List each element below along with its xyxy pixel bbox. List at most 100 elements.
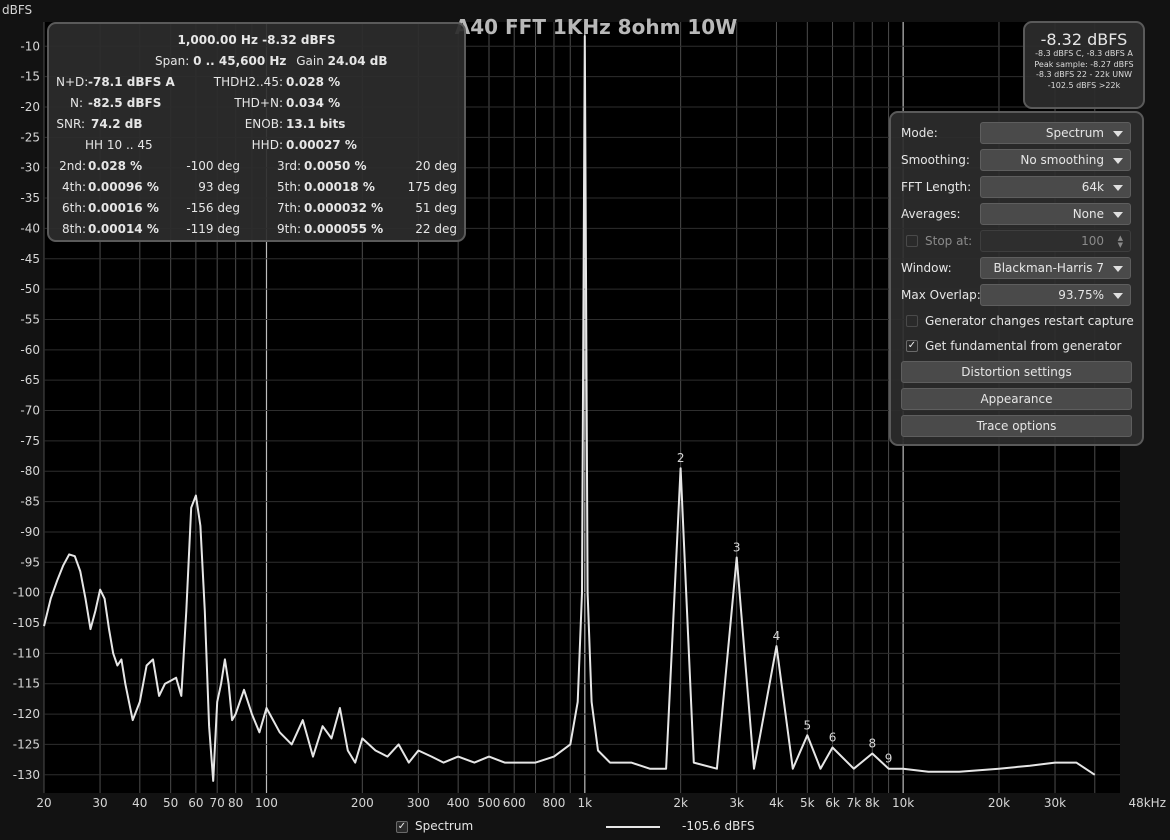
n-label: N: (69, 96, 83, 110)
harmonic-phase: 22 deg (415, 222, 457, 236)
x-tick-label: 48kHz (1128, 796, 1166, 810)
y-tick-label: -55 (20, 312, 40, 326)
y-tick-label: -10 (20, 39, 40, 53)
stats-panel: 1,000.00 Hz -8.32 dBFS Span: 0 .. 45,600… (47, 22, 466, 242)
y-tick-label: -70 (20, 404, 40, 418)
fundamental-readout: 1,000.00 Hz -8.32 dBFS (177, 33, 336, 47)
x-tick-label: 200 (351, 796, 374, 810)
harmonic-value: 0.000055 % (304, 222, 384, 236)
x-tick-label: 6k (825, 796, 840, 810)
y-tick-label: -95 (20, 555, 40, 569)
mode-dropdown[interactable]: Spectrum (980, 122, 1131, 144)
x-tick-label: 10k (892, 796, 914, 810)
x-tick-label: 20k (988, 796, 1010, 810)
harmonic-label: 3 (733, 540, 741, 554)
enob-value: 13.1 bits (286, 117, 346, 131)
appearance-button[interactable]: Appearance (901, 388, 1132, 410)
legend-level: -105.6 dBFS (682, 819, 755, 833)
y-tick-label: -100 (13, 586, 40, 600)
harmonic-label: 6th: (62, 201, 86, 215)
y-tick-label: -90 (20, 525, 40, 539)
y-tick-label: -30 (20, 161, 40, 175)
harmonic-label: 2 (677, 451, 685, 465)
x-tick-label: 30 (92, 796, 107, 810)
smoothing-dropdown[interactable]: No smoothing (980, 149, 1131, 171)
harmonic-phase: 20 deg (415, 159, 457, 173)
max-overlap-label: Max Overlap: (901, 288, 981, 302)
fundamental-checkbox[interactable]: ✓ (906, 340, 918, 352)
spectrum-visibility-checkbox[interactable]: ✓ (396, 821, 408, 833)
restart-capture-checkbox[interactable] (906, 315, 918, 327)
level-line: -8.3 dBFS C, -8.3 dBFS A (1035, 49, 1133, 58)
averages-dropdown[interactable]: None (980, 203, 1131, 225)
level-line: -8.3 dBFS 22 - 22k UNW (1035, 70, 1133, 79)
fft-length-dropdown[interactable]: 64k (980, 176, 1131, 198)
harmonic-label: 9 (885, 752, 893, 766)
chevron-down-icon (1113, 293, 1123, 299)
harmonic-value: 0.00014 % (88, 222, 159, 236)
y-tick-label: -120 (13, 707, 40, 721)
x-tick-label: 300 (407, 796, 430, 810)
chevron-down-icon (1113, 185, 1123, 191)
chevron-down-icon (1113, 266, 1123, 272)
x-tick-label: 50 (163, 796, 178, 810)
y-tick-label: -50 (20, 282, 40, 296)
harmonic-label: 5 (803, 718, 811, 732)
trace-options-button[interactable]: Trace options (901, 415, 1132, 437)
y-tick-label: -25 (20, 130, 40, 144)
harmonic-label: 3rd: (276, 159, 301, 173)
harmonic-label: 9th: (277, 222, 301, 236)
span-label: Span: (155, 54, 190, 68)
y-tick-label: -125 (13, 737, 40, 751)
averages-value: None (1072, 207, 1104, 221)
window-label: Window: (901, 261, 952, 275)
x-tick-label: 40 (132, 796, 147, 810)
hhd-value: 0.00027 % (286, 138, 357, 152)
checkmark-icon: ✓ (907, 340, 917, 351)
y-tick-label: -60 (20, 343, 40, 357)
y-tick-label: -80 (20, 464, 40, 478)
max-overlap-dropdown[interactable]: 93.75% (980, 284, 1131, 306)
window-dropdown[interactable]: Blackman-Harris 7 (980, 257, 1131, 279)
averages-label: Averages: (901, 207, 961, 221)
harmonic-label: 2nd: (59, 159, 86, 173)
y-tick-label: -35 (20, 191, 40, 205)
harmonic-label: 5th: (277, 180, 301, 194)
smoothing-value: No smoothing (1020, 153, 1104, 167)
gain-value: 24.04 dB (327, 54, 388, 68)
y-tick-label: -130 (13, 768, 40, 782)
harmonic-value: 0.000032 % (304, 201, 384, 215)
distortion-settings-button[interactable]: Distortion settings (901, 361, 1132, 383)
restart-capture-label: Generator changes restart capture (925, 314, 1134, 328)
y-tick-label: -110 (13, 646, 40, 660)
stop-at-spinbox[interactable]: 100 ▲ ▼ (980, 230, 1131, 252)
n-value: -82.5 dBFS (88, 96, 162, 110)
span-row: Span: 0 .. 45,600 Hz Gain 24.04 dB (155, 54, 388, 68)
x-tick-label: 2k (673, 796, 688, 810)
harmonic-label: 4 (773, 629, 781, 643)
harmonic-label: 7th: (277, 201, 301, 215)
y-tick-label: -15 (20, 70, 40, 84)
x-tick-label: 4k (769, 796, 784, 810)
x-tick-label: 3k (729, 796, 744, 810)
x-tick-label: 30k (1044, 796, 1066, 810)
hhd-label: HHD: (251, 138, 283, 152)
thd-value: 0.028 % (286, 75, 341, 89)
enob-label: ENOB: (244, 117, 283, 131)
y-tick-label: -40 (20, 221, 40, 235)
x-tick-label: 70 (210, 796, 225, 810)
snr-label: SNR: (56, 117, 85, 131)
x-tick-label: 80 (228, 796, 243, 810)
snr-value: 74.2 dB (91, 117, 143, 131)
x-axis-ticks: 20 30 40 50 60 70 80 100 200 300 400 500 600 800 1k 2k 3… (36, 796, 1166, 810)
thd-label: THDH2..45: (213, 75, 283, 89)
x-tick-label: 5k (800, 796, 815, 810)
level-readout: -8.32 dBFS -8.3 dBFS C, -8.3 dBFS A Peak… (1023, 21, 1145, 109)
x-tick-label: 100 (255, 796, 278, 810)
mode-value: Spectrum (1045, 126, 1104, 140)
harmonic-value: 0.0050 % (304, 159, 367, 173)
stop-at-checkbox[interactable] (906, 235, 918, 247)
x-tick-label: 400 (447, 796, 470, 810)
smoothing-label: Smoothing: (901, 153, 970, 167)
chevron-down-icon (1113, 131, 1123, 137)
